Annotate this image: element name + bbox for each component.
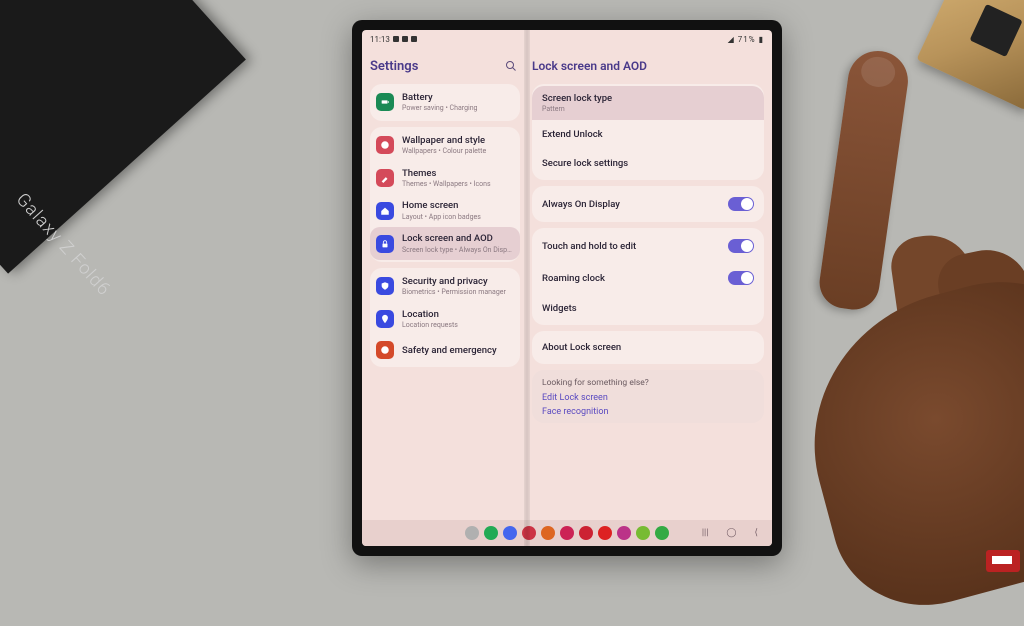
status-battery-icon: ▮ bbox=[759, 35, 764, 44]
related-link[interactable]: Edit Lock screen bbox=[542, 393, 754, 403]
foldable-device-frame: 11:13 ◢ 71% ▮ Settings BatteryPo bbox=[352, 20, 782, 556]
settings-master-pane: Settings BatteryPower saving • Charging W… bbox=[362, 48, 526, 520]
status-time: 11:13 bbox=[370, 35, 390, 44]
detail-group: Touch and hold to edit Roaming clock Widge… bbox=[532, 228, 764, 325]
pin-icon bbox=[376, 310, 394, 328]
settings-row-title: Home screen bbox=[402, 200, 512, 211]
product-box-label: Galaxy Z Fold6 bbox=[12, 189, 115, 300]
settings-row-title: Themes bbox=[402, 168, 512, 179]
home-icon bbox=[376, 202, 394, 220]
settings-row-lock-screen-and-aod[interactable]: Lock screen and AOD Screen lock type • Al… bbox=[370, 227, 520, 260]
related-link[interactable]: Face recognition bbox=[542, 407, 754, 417]
settings-row-subtitle: Biometrics • Permission manager bbox=[402, 288, 512, 296]
status-bar: 11:13 ◢ 71% ▮ bbox=[362, 30, 772, 48]
taskbar-app-icon[interactable] bbox=[579, 526, 593, 540]
settings-detail-pane: Lock screen and AOD Screen lock typePatt… bbox=[526, 48, 772, 520]
product-box-prop: Galaxy Z Fold6 bbox=[0, 0, 246, 274]
search-icon bbox=[505, 60, 517, 72]
taskbar-app-icon[interactable] bbox=[522, 526, 536, 540]
settings-row-battery[interactable]: BatteryPower saving • Charging bbox=[370, 86, 520, 119]
status-icon bbox=[393, 36, 399, 42]
taskbar-app-icon[interactable] bbox=[636, 526, 650, 540]
settings-row-title: Battery bbox=[402, 92, 512, 103]
settings-row-subtitle: Screen lock type • Always On Display bbox=[402, 246, 512, 254]
looking-for-label: Looking for something else? bbox=[542, 378, 754, 388]
status-signal-icon: ◢ bbox=[728, 35, 735, 44]
settings-row-title: Safety and emergency bbox=[402, 345, 512, 356]
nav-recents-icon[interactable]: ||| bbox=[702, 528, 709, 538]
settings-row-subtitle: Location requests bbox=[402, 321, 512, 329]
looking-for-card: Looking for something else? Edit Lock sc… bbox=[532, 370, 764, 423]
settings-group: Wallpaper and styleWallpapers • Colour p… bbox=[370, 127, 520, 262]
detail-row-title: Touch and hold to edit bbox=[542, 241, 728, 252]
taskbar: ||| ◯ ⟨ bbox=[362, 520, 772, 546]
detail-title: Lock screen and AOD bbox=[532, 59, 764, 73]
taskbar-app-icon[interactable] bbox=[560, 526, 574, 540]
settings-row-subtitle: Power saving • Charging bbox=[402, 104, 512, 112]
search-button[interactable] bbox=[502, 57, 520, 75]
detail-group: About Lock screen bbox=[532, 331, 764, 364]
toggle-switch[interactable] bbox=[728, 271, 754, 285]
settings-row-safety-and-emergency[interactable]: Safety and emergency bbox=[370, 335, 520, 365]
toggle-switch[interactable] bbox=[728, 197, 754, 211]
detail-row-always-on-display[interactable]: Always On Display bbox=[532, 188, 764, 220]
settings-group: Security and privacyBiometrics • Permiss… bbox=[370, 268, 520, 368]
detail-group: Always On Display bbox=[532, 186, 764, 222]
detail-row-about-lock-screen[interactable]: About Lock screen bbox=[532, 333, 764, 362]
settings-title: Settings bbox=[370, 59, 502, 74]
status-icon bbox=[402, 36, 408, 42]
settings-row-title: Location bbox=[402, 309, 512, 320]
detail-row-title: Extend Unlock bbox=[542, 129, 754, 140]
detail-row-touch-and-hold-to-edit[interactable]: Touch and hold to edit bbox=[532, 230, 764, 262]
detail-row-title: Always On Display bbox=[542, 199, 728, 210]
device-screen: 11:13 ◢ 71% ▮ Settings BatteryPo bbox=[362, 30, 772, 546]
settings-row-home-screen[interactable]: Home screen Layout • App icon badges bbox=[370, 194, 520, 227]
detail-row-extend-unlock[interactable]: Extend Unlock bbox=[532, 120, 764, 149]
taskbar-app-icon[interactable] bbox=[598, 526, 612, 540]
wooden-prop bbox=[916, 0, 1024, 110]
taskbar-app-icon[interactable] bbox=[655, 526, 669, 540]
taskbar-app-icon[interactable] bbox=[465, 526, 479, 540]
detail-row-title: Secure lock settings bbox=[542, 158, 754, 169]
settings-row-title: Security and privacy bbox=[402, 276, 512, 287]
lock-icon bbox=[376, 235, 394, 253]
shield-icon bbox=[376, 277, 394, 295]
detail-row-secure-lock-settings[interactable]: Secure lock settings bbox=[532, 149, 764, 178]
taskbar-app-icon[interactable] bbox=[484, 526, 498, 540]
nav-home-icon[interactable]: ◯ bbox=[726, 528, 736, 538]
settings-row-title: Lock screen and AOD bbox=[402, 233, 512, 244]
toggle-switch[interactable] bbox=[728, 239, 754, 253]
settings-row-security-and-privacy[interactable]: Security and privacyBiometrics • Permiss… bbox=[370, 270, 520, 303]
sos-icon bbox=[376, 341, 394, 359]
palette-icon bbox=[376, 136, 394, 154]
settings-group: BatteryPower saving • Charging bbox=[370, 84, 520, 121]
taskbar-app-icon[interactable] bbox=[617, 526, 631, 540]
nav-back-icon[interactable]: ⟨ bbox=[754, 528, 758, 538]
status-battery-text: 71% bbox=[738, 35, 756, 44]
settings-row-subtitle: Themes • Wallpapers • Icons bbox=[402, 180, 512, 188]
detail-row-title: Screen lock type bbox=[542, 93, 754, 104]
detail-row-roaming-clock[interactable]: Roaming clock bbox=[532, 262, 764, 294]
channel-badge bbox=[986, 550, 1020, 572]
settings-row-location[interactable]: LocationLocation requests bbox=[370, 303, 520, 336]
detail-row-subtitle: Pattern bbox=[542, 105, 754, 113]
settings-row-subtitle: Wallpapers • Colour palette bbox=[402, 147, 512, 155]
detail-row-title: Roaming clock bbox=[542, 273, 728, 284]
settings-row-title: Wallpaper and style bbox=[402, 135, 512, 146]
battery-icon bbox=[376, 93, 394, 111]
taskbar-app-icon[interactable] bbox=[541, 526, 555, 540]
taskbar-app-icon[interactable] bbox=[503, 526, 517, 540]
brush-icon bbox=[376, 169, 394, 187]
settings-row-wallpaper-and-style[interactable]: Wallpaper and styleWallpapers • Colour p… bbox=[370, 129, 520, 162]
settings-row-subtitle: Layout • App icon badges bbox=[402, 213, 512, 221]
detail-row-title: Widgets bbox=[542, 303, 754, 314]
detail-group: Screen lock typePattern Extend Unlock Secu… bbox=[532, 84, 764, 180]
detail-row-title: About Lock screen bbox=[542, 342, 754, 353]
settings-row-themes[interactable]: ThemesThemes • Wallpapers • Icons bbox=[370, 162, 520, 195]
detail-row-widgets[interactable]: Widgets bbox=[532, 294, 764, 323]
detail-row-screen-lock-type[interactable]: Screen lock typePattern bbox=[532, 86, 764, 120]
